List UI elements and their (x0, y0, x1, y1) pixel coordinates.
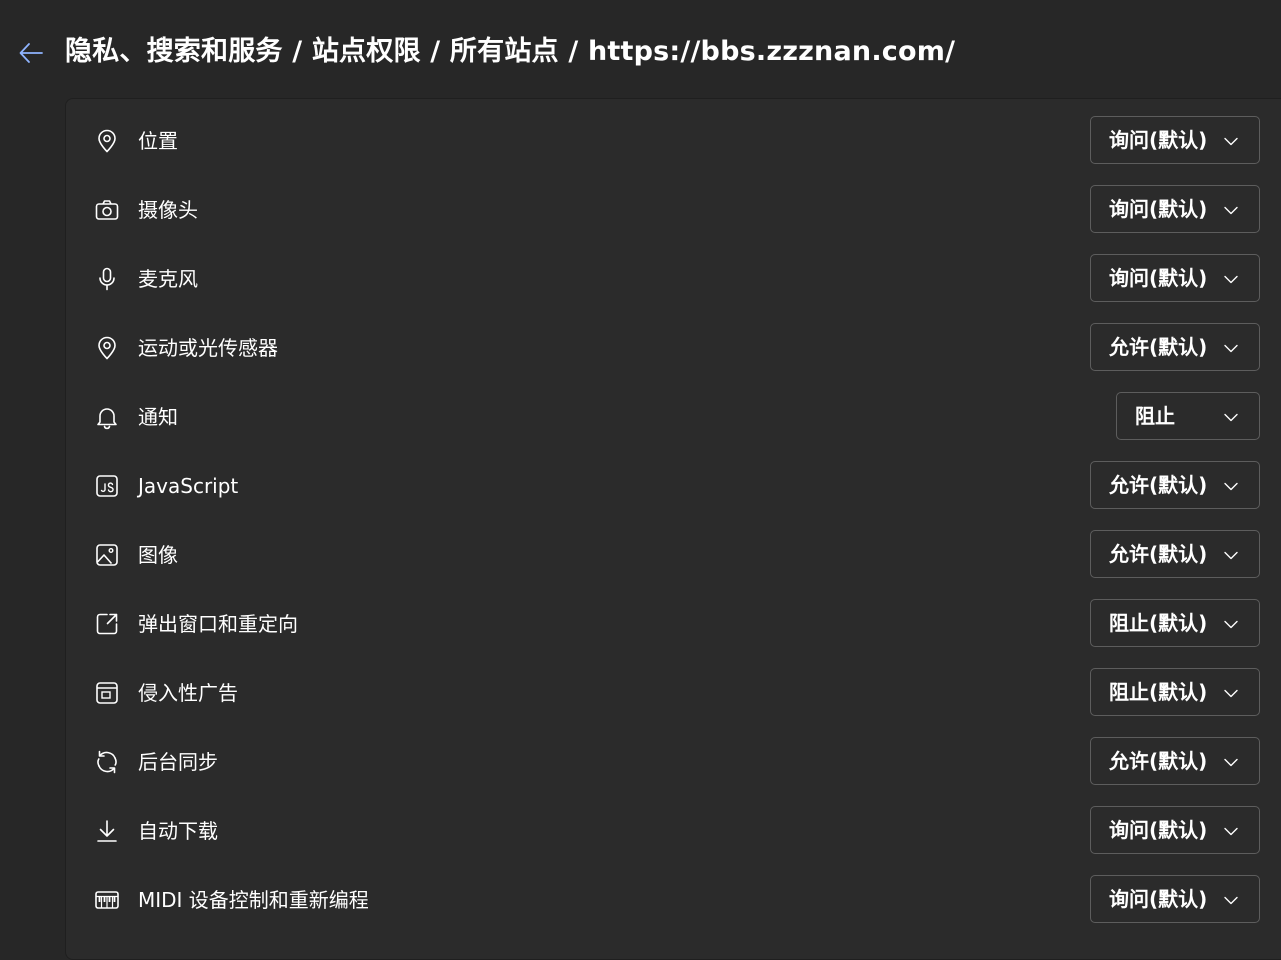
permission-select-location[interactable]: 询问(默认) (1090, 116, 1260, 164)
permission-select-value: 允许(默认) (1109, 542, 1208, 566)
permission-label: 麦克风 (138, 267, 198, 291)
permission-label: MIDI 设备控制和重新编程 (138, 888, 369, 912)
permission-row-location: 位置 询问(默认) (66, 106, 1281, 175)
chevron-down-icon (1224, 206, 1238, 215)
location-pin-icon (94, 335, 120, 361)
back-button[interactable] (14, 36, 48, 70)
location-pin-icon (98, 129, 116, 153)
javascript-icon (96, 475, 118, 497)
page-title: 隐私、搜索和服务 / 站点权限 / 所有站点 / https://bbs.zzz… (65, 36, 956, 67)
chevron-down-icon (1224, 896, 1238, 905)
permission-select-value: 询问(默认) (1109, 887, 1208, 911)
bell-icon (94, 404, 120, 430)
ad-window-icon (94, 680, 120, 706)
image-icon (94, 542, 120, 568)
microphone-icon (99, 267, 115, 291)
chevron-down-icon (1224, 413, 1238, 422)
permission-select-value: 阻止 (1135, 404, 1175, 428)
piano-keyboard-icon (95, 891, 119, 909)
permission-label: 自动下载 (138, 819, 218, 843)
permission-label: 后台同步 (138, 750, 218, 774)
chevron-down-icon (1224, 137, 1238, 146)
permissions-panel: 位置 询问(默认) 摄像头 询问(默认) 麦克风 询问(默认) 运动或光传感器 允许(默认) 通… (65, 98, 1281, 960)
permission-select-midi[interactable]: 询问(默认) (1090, 875, 1260, 923)
back-arrow-icon (19, 43, 43, 63)
permission-select-value: 询问(默认) (1109, 266, 1208, 290)
location-pin-icon (98, 336, 116, 360)
permission-select-camera[interactable]: 询问(默认) (1090, 185, 1260, 233)
image-icon (96, 544, 118, 566)
permission-select-value: 允许(默认) (1109, 335, 1208, 359)
permission-row-intrusive-ads: 侵入性广告 阻止(默认) (66, 658, 1281, 727)
bell-icon (97, 408, 117, 430)
permission-select-images[interactable]: 允许(默认) (1090, 530, 1260, 578)
download-icon (97, 820, 117, 842)
sync-icon (97, 750, 117, 774)
permission-row-auto-downloads: 自动下载 询问(默认) (66, 796, 1281, 865)
permission-label: 通知 (138, 405, 178, 429)
popout-icon (94, 611, 120, 637)
microphone-icon (94, 266, 120, 292)
permission-label: 侵入性广告 (138, 681, 238, 705)
permission-select-microphone[interactable]: 询问(默认) (1090, 254, 1260, 302)
permission-row-javascript: JavaScript 允许(默认) (66, 451, 1281, 520)
chevron-down-icon (1224, 275, 1238, 284)
permission-select-value: 阻止(默认) (1109, 680, 1208, 704)
sync-icon (94, 749, 120, 775)
permission-row-camera: 摄像头 询问(默认) (66, 175, 1281, 244)
chevron-down-icon (1224, 482, 1238, 491)
camera-icon (95, 200, 119, 220)
popout-icon (96, 613, 118, 635)
page-header: 隐私、搜索和服务 / 站点权限 / 所有站点 / https://bbs.zzz… (0, 0, 1281, 98)
chevron-down-icon (1224, 551, 1238, 560)
permission-select-notifications[interactable]: 阻止 (1116, 392, 1260, 440)
javascript-icon (94, 473, 120, 499)
permission-row-motion-sensors: 运动或光传感器 允许(默认) (66, 313, 1281, 382)
permission-row-background-sync: 后台同步 允许(默认) (66, 727, 1281, 796)
permission-select-value: 阻止(默认) (1109, 611, 1208, 635)
permission-label: 运动或光传感器 (138, 336, 278, 360)
permission-label: 位置 (138, 129, 178, 153)
chevron-down-icon (1224, 344, 1238, 353)
permission-label: JavaScript (138, 474, 239, 498)
download-icon (94, 818, 120, 844)
location-pin-icon (94, 128, 120, 154)
permission-row-microphone: 麦克风 询问(默认) (66, 244, 1281, 313)
permission-select-motion-sensors[interactable]: 允许(默认) (1090, 323, 1260, 371)
chevron-down-icon (1224, 689, 1238, 698)
permission-row-images: 图像 允许(默认) (66, 520, 1281, 589)
permission-select-value: 询问(默认) (1109, 128, 1208, 152)
ad-window-icon (96, 682, 118, 704)
permission-select-javascript[interactable]: 允许(默认) (1090, 461, 1260, 509)
permission-label: 弹出窗口和重定向 (138, 612, 298, 636)
permission-select-value: 允许(默认) (1109, 473, 1208, 497)
permission-select-intrusive-ads[interactable]: 阻止(默认) (1090, 668, 1260, 716)
chevron-down-icon (1224, 758, 1238, 767)
camera-icon (94, 197, 120, 223)
permission-select-auto-downloads[interactable]: 询问(默认) (1090, 806, 1260, 854)
permission-select-value: 允许(默认) (1109, 749, 1208, 773)
permission-row-midi: MIDI 设备控制和重新编程 询问(默认) (66, 865, 1281, 934)
chevron-down-icon (1224, 620, 1238, 629)
permission-label: 图像 (138, 543, 178, 567)
permission-label: 摄像头 (138, 198, 198, 222)
chevron-down-icon (1224, 827, 1238, 836)
permission-row-popups: 弹出窗口和重定向 阻止(默认) (66, 589, 1281, 658)
permission-select-background-sync[interactable]: 允许(默认) (1090, 737, 1260, 785)
permission-select-popups[interactable]: 阻止(默认) (1090, 599, 1260, 647)
permission-row-notifications: 通知 阻止 (66, 382, 1281, 451)
permission-select-value: 询问(默认) (1109, 818, 1208, 842)
piano-keyboard-icon (94, 887, 120, 913)
permission-select-value: 询问(默认) (1109, 197, 1208, 221)
